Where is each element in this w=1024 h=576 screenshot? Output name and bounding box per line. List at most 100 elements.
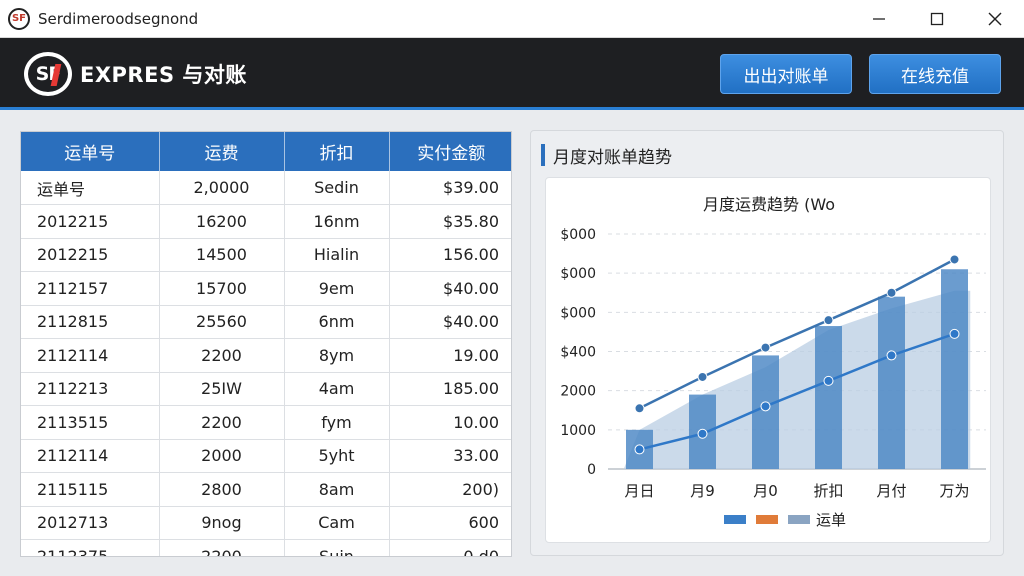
cell-freight: 2200 xyxy=(159,539,285,556)
series-point xyxy=(697,428,708,439)
cell-discount: 9em xyxy=(284,271,390,306)
table-row[interactable]: 2113515 2200 fym 10.00 xyxy=(21,405,511,440)
x-tick-label: 月付 xyxy=(876,482,906,500)
cell-discount: 8am xyxy=(284,472,390,507)
y-tick-label: 1000 xyxy=(560,423,596,439)
column-header-paid-amount[interactable]: 实付金额 xyxy=(389,132,511,171)
app-icon-mark: SF xyxy=(11,13,27,24)
bar-mark xyxy=(752,355,779,469)
close-button[interactable] xyxy=(966,0,1024,38)
cell-freight: 16200 xyxy=(159,204,285,239)
panel-title: 月度对账单趋势 xyxy=(541,143,672,168)
cell-paid-amount: 19.00 xyxy=(389,338,511,373)
cell-waybill: 2112375 xyxy=(21,539,160,556)
app-header: SF EXPRES 与对账 出出对账单 在线充值 xyxy=(0,38,1024,110)
series-point xyxy=(634,444,645,455)
cell-waybill: 2012713 xyxy=(21,506,160,540)
series-point xyxy=(760,342,771,353)
cell-freight: 2200 xyxy=(159,338,285,373)
cell-paid-amount: 33.00 xyxy=(389,439,511,473)
cell-discount: Sedin xyxy=(284,171,390,205)
cell-freight: 25IW xyxy=(159,372,285,406)
table-row[interactable]: 2012713 9nog Cam 600 xyxy=(21,506,511,540)
cell-paid-amount: 156.00 xyxy=(389,238,511,272)
cell-paid-amount: $40.00 xyxy=(389,271,511,306)
series-point xyxy=(760,401,771,412)
cell-waybill: 2112114 xyxy=(21,338,160,373)
cell-discount: fym xyxy=(284,405,390,440)
brand-title: EXPRES 与对账 xyxy=(80,63,247,87)
sf-logo-mark: SF xyxy=(24,52,72,96)
table-row[interactable]: 2112375 2200 Suin 0.d0 xyxy=(21,539,511,556)
cell-waybill: 2112815 xyxy=(21,305,160,339)
table-row[interactable]: 2112157 15700 9em $40.00 xyxy=(21,271,511,306)
cell-waybill: 2012215 xyxy=(21,238,160,272)
series-point xyxy=(886,350,897,361)
app-icon: SF xyxy=(8,7,30,30)
series-point xyxy=(634,403,645,414)
close-icon xyxy=(988,12,1002,26)
y-tick-label: $400 xyxy=(560,345,596,361)
cell-paid-amount: $40.00 xyxy=(389,305,511,339)
column-header-waybill[interactable]: 运单号 xyxy=(21,132,160,171)
minimize-button[interactable] xyxy=(850,0,908,38)
series-point xyxy=(949,328,960,339)
column-header-discount[interactable]: 折扣 xyxy=(284,132,390,171)
cell-freight: 2,0000 xyxy=(159,171,285,205)
table-row[interactable]: 2112213 25IW 4am 185.00 xyxy=(21,372,511,406)
table-row[interactable]: 2112114 2000 5yht 33.00 xyxy=(21,439,511,473)
y-tick-label: $000 xyxy=(560,305,596,321)
column-header-freight[interactable]: 运费 xyxy=(159,132,285,171)
maximize-button[interactable] xyxy=(908,0,966,38)
series-point xyxy=(886,287,897,298)
table-row[interactable]: 2115115 2800 8am 200) xyxy=(21,472,511,507)
cell-freight: 2000 xyxy=(159,439,285,473)
table-row[interactable]: 2012215 16200 16nm $35.80 xyxy=(21,204,511,239)
cell-freight: 25560 xyxy=(159,305,285,339)
chart-card: 月度运费趋势 (Wo $000 $000 $000 $400 2000 1000 0 月日 月9 月… xyxy=(545,177,991,543)
x-tick-label: 月日 xyxy=(624,482,654,500)
area-series xyxy=(623,290,971,469)
cell-freight: 15700 xyxy=(159,271,285,306)
cell-discount: 6nm xyxy=(284,305,390,339)
cell-waybill: 2112157 xyxy=(21,271,160,306)
cell-waybill: 运单号 xyxy=(21,171,160,205)
cell-discount: 8ym xyxy=(284,338,390,373)
x-tick-label: 折扣 xyxy=(813,482,843,500)
table-row[interactable]: 2112114 2200 8ym 19.00 xyxy=(21,338,511,373)
online-recharge-button[interactable]: 在线充值 xyxy=(869,54,1001,94)
export-statement-button[interactable]: 出出对账单 xyxy=(720,54,852,94)
table-row[interactable]: 2012215 14500 Hialin 156.00 xyxy=(21,238,511,272)
table-row[interactable]: 2112815 25560 6nm $40.00 xyxy=(21,305,511,339)
y-tick-label: 2000 xyxy=(560,384,596,400)
cell-paid-amount: $35.80 xyxy=(389,204,511,239)
bar-mark xyxy=(878,296,905,469)
series-point xyxy=(697,371,708,382)
table-row[interactable]: 运单号 2,0000 Sedin $39.00 xyxy=(21,171,511,205)
cell-freight: 2200 xyxy=(159,405,285,440)
minimize-icon xyxy=(873,18,885,20)
cell-freight: 9nog xyxy=(159,506,285,540)
x-tick-label: 万为 xyxy=(939,482,969,500)
legend-swatch xyxy=(724,515,746,524)
cell-freight: 14500 xyxy=(159,238,285,272)
cell-discount: 4am xyxy=(284,372,390,406)
table-header-row: 运单号 运费 折扣 实付金额 xyxy=(21,132,511,171)
legend-label: 运单 xyxy=(816,511,846,529)
cell-paid-amount: $39.00 xyxy=(389,171,511,205)
brand-logo: SF EXPRES 与对账 xyxy=(24,52,247,96)
cell-paid-amount: 200) xyxy=(389,472,511,507)
series-point xyxy=(949,254,960,265)
x-tick-label: 月9 xyxy=(690,482,715,500)
cell-discount: 5yht xyxy=(284,439,390,473)
series-point xyxy=(823,375,834,386)
bar-mark xyxy=(941,269,968,469)
panel-title-text: 月度对账单趋势 xyxy=(553,147,672,168)
cell-discount: 16nm xyxy=(284,204,390,239)
bar-mark xyxy=(815,326,842,469)
title-bar: SF Serdimeroodsegnond xyxy=(0,0,1024,38)
cell-waybill: 2115115 xyxy=(21,472,160,507)
cell-waybill: 2113515 xyxy=(21,405,160,440)
window-title: Serdimeroodsegnond xyxy=(38,9,199,28)
cell-waybill: 2012215 xyxy=(21,204,160,239)
